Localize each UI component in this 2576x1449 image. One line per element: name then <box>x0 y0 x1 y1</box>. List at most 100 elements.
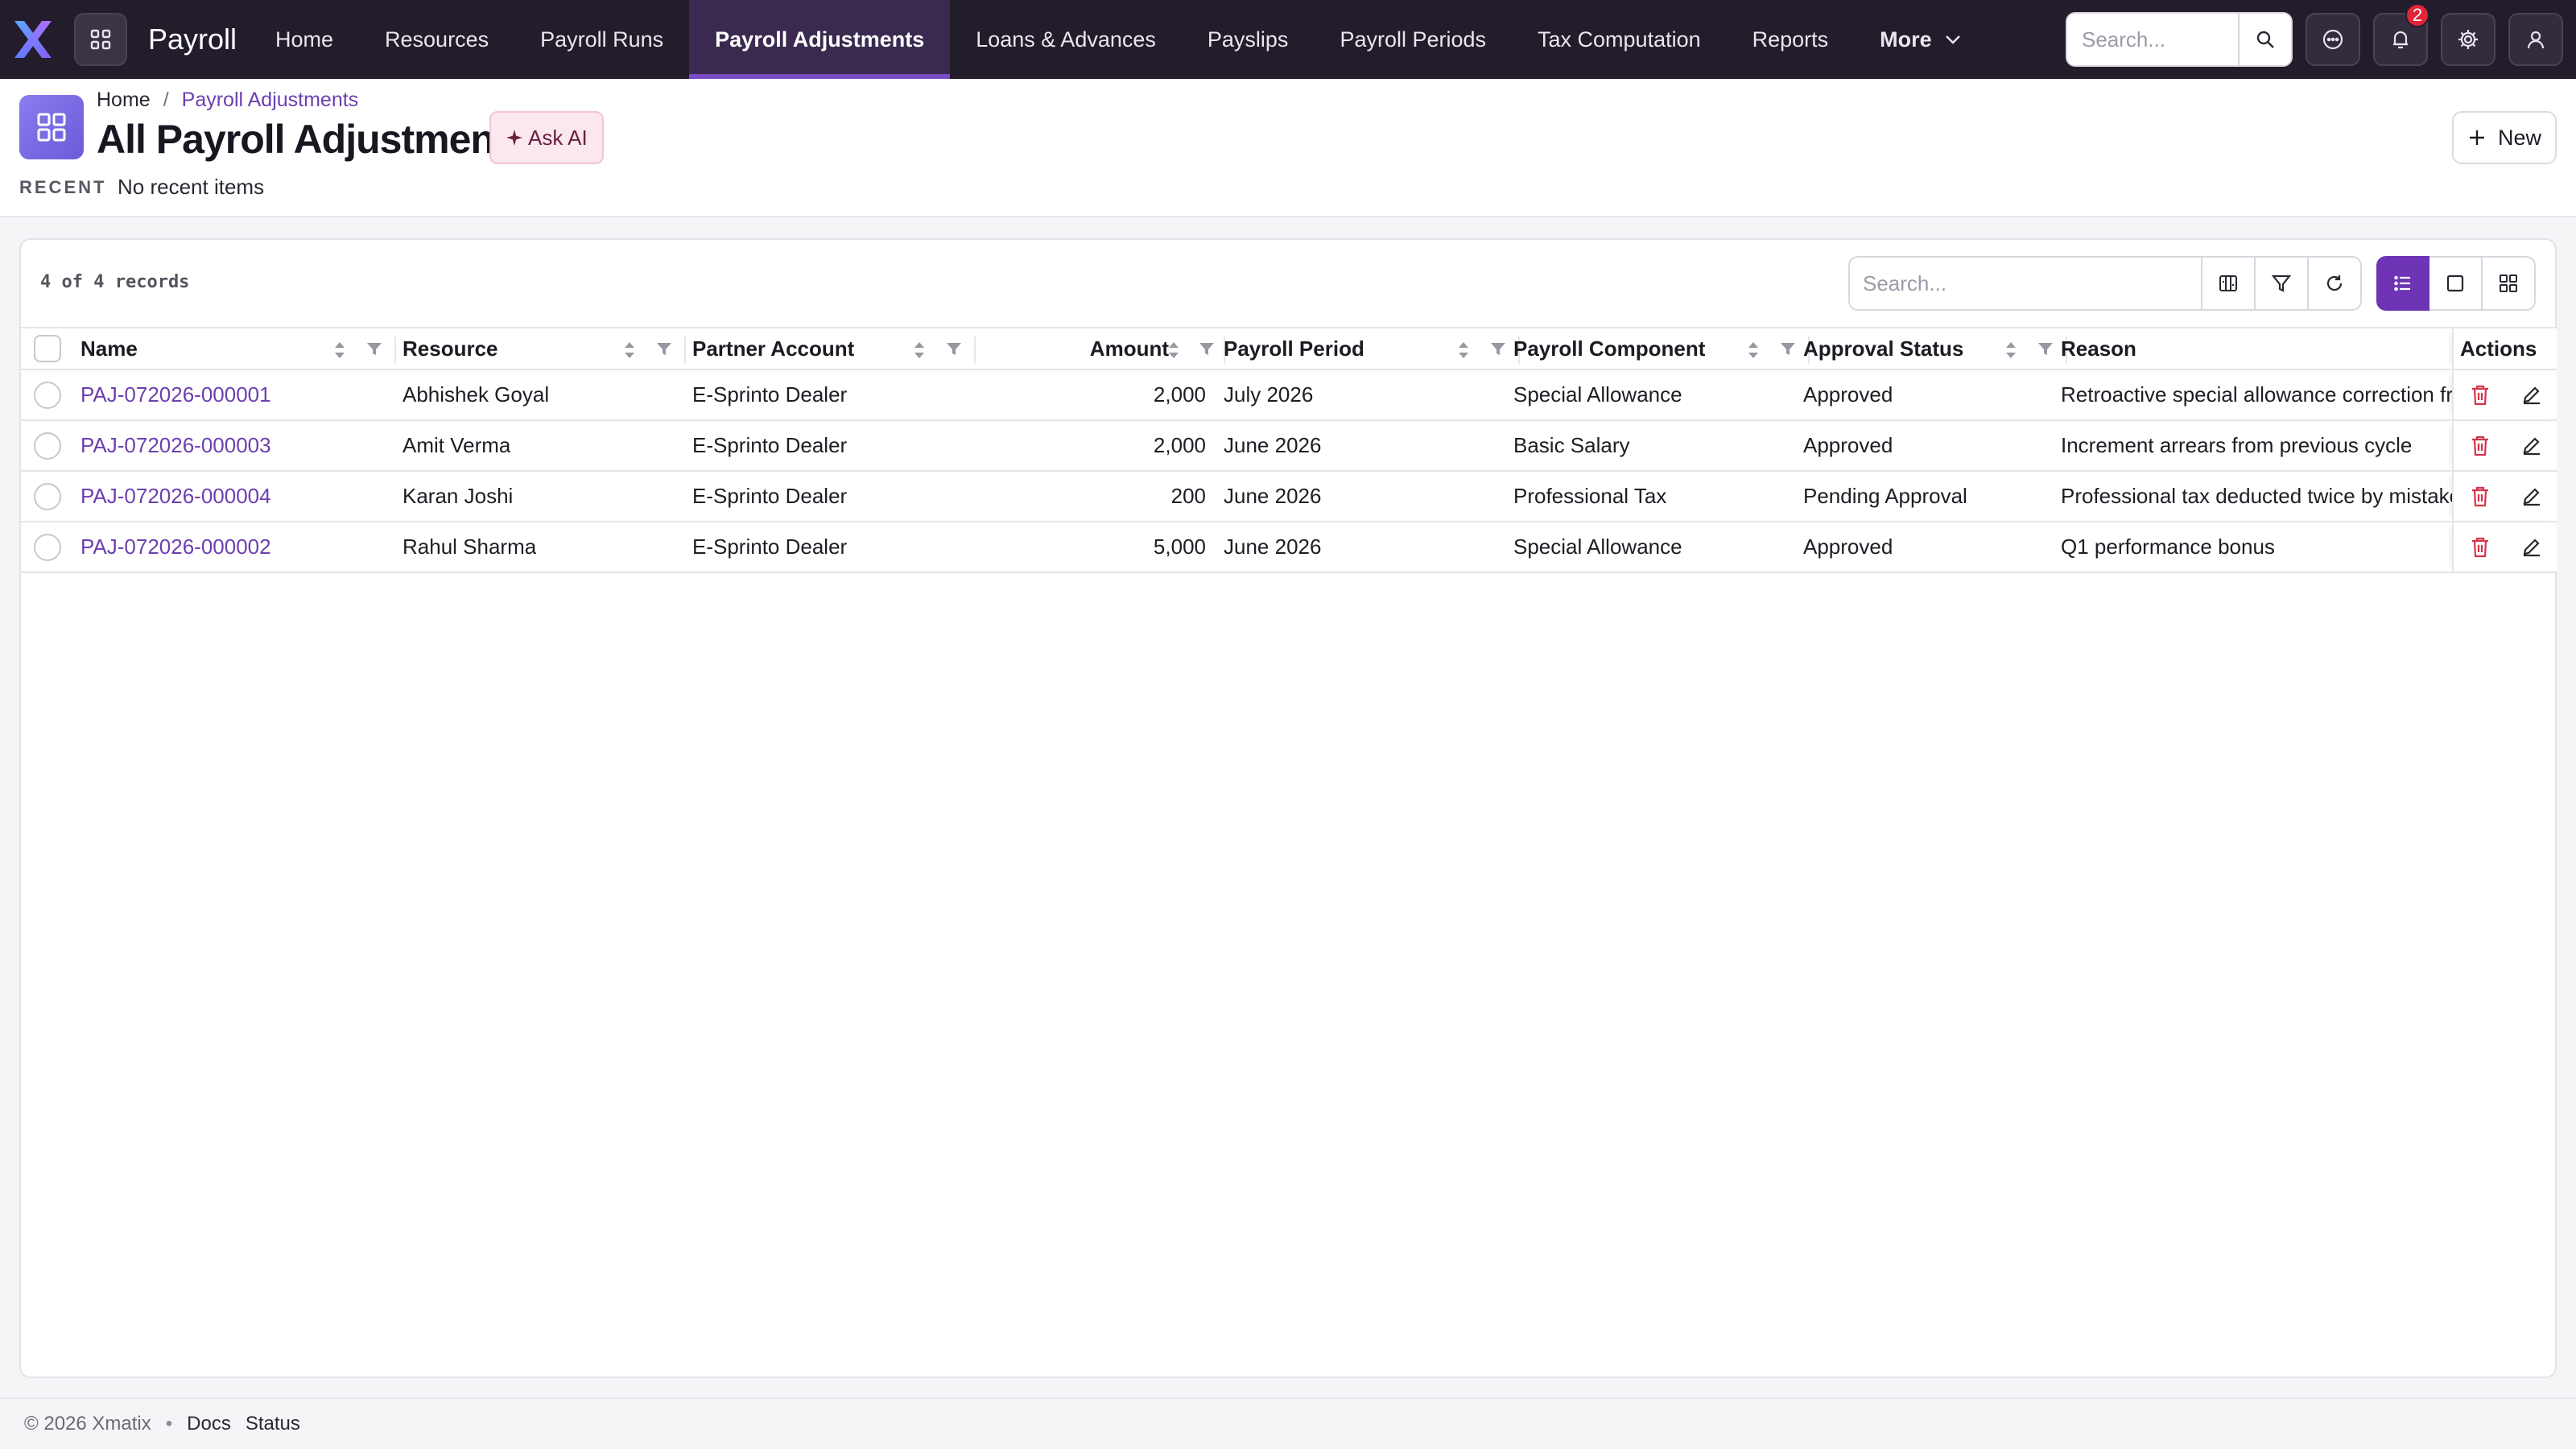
table-row[interactable]: PAJ-072026-000001 Abhishek Goyal E-Sprin… <box>21 370 2557 421</box>
edit-icon[interactable] <box>2521 485 2542 506</box>
row-select-cell <box>34 522 61 572</box>
filter-icon[interactable] <box>1489 341 1507 358</box>
select-all-checkbox[interactable] <box>34 335 61 362</box>
filter-icon[interactable] <box>1198 341 1216 358</box>
nav-item-payroll-adjustments[interactable]: Payroll Adjustments <box>689 0 951 79</box>
record-name-link[interactable]: PAJ-072026-000004 <box>80 472 271 521</box>
nav-item-tax-computation[interactable]: Tax Computation <box>1512 0 1727 79</box>
apps-menu-button[interactable] <box>74 13 127 66</box>
row-checkbox[interactable] <box>34 533 61 561</box>
global-search <box>2066 12 2293 67</box>
nav-item-home[interactable]: Home <box>250 0 359 79</box>
column-divider[interactable] <box>684 336 686 364</box>
col-header-approval-status[interactable]: Approval Status <box>1803 328 1963 369</box>
filter-icon[interactable] <box>945 341 963 358</box>
sort-icon[interactable] <box>1745 339 1761 361</box>
ask-ai-button[interactable]: Ask AI <box>489 111 604 164</box>
trash-icon[interactable] <box>2470 485 2491 508</box>
row-select-cell <box>34 370 61 419</box>
filter-icon[interactable] <box>655 341 673 358</box>
user-menu-button[interactable] <box>2508 13 2563 66</box>
sparkle-icon <box>506 130 522 146</box>
sort-icon[interactable] <box>2003 339 2019 361</box>
record-count: 4 of 4 records <box>40 272 190 292</box>
list-view-button[interactable] <box>2376 256 2429 311</box>
breadcrumb-home[interactable]: Home <box>97 89 151 112</box>
payroll-component-cell: Special Allowance <box>1513 535 1682 559</box>
edit-icon[interactable] <box>2521 384 2542 405</box>
breadcrumb-current[interactable]: Payroll Adjustments <box>182 89 359 112</box>
col-header-amount[interactable]: Amount <box>982 328 1169 369</box>
record-name-link[interactable]: PAJ-072026-000003 <box>80 421 271 470</box>
filter-icon[interactable] <box>365 341 383 358</box>
nav-item-payroll-runs[interactable]: Payroll Runs <box>514 0 689 79</box>
refresh-button[interactable] <box>2309 256 2362 311</box>
filter-icon[interactable] <box>1779 341 1797 358</box>
settings-button[interactable] <box>2441 13 2496 66</box>
record-name-link[interactable]: PAJ-072026-000001 <box>80 370 271 419</box>
chevron-down-icon <box>1945 35 1960 44</box>
new-button[interactable]: New <box>2452 111 2557 164</box>
table-row[interactable]: PAJ-072026-000003 Amit Verma E-Sprinto D… <box>21 421 2557 472</box>
trash-icon[interactable] <box>2470 435 2491 457</box>
filter-icon[interactable] <box>2037 341 2054 358</box>
edit-icon[interactable] <box>2521 435 2542 456</box>
footer-docs-link[interactable]: Docs <box>187 1413 231 1435</box>
sort-icon[interactable] <box>332 339 348 361</box>
footer-status-link[interactable]: Status <box>246 1413 300 1435</box>
global-search-button[interactable] <box>2238 14 2291 65</box>
col-header-payroll-period[interactable]: Payroll Period <box>1224 328 1364 369</box>
row-actions <box>2452 472 2557 521</box>
sort-icon[interactable] <box>1455 339 1472 361</box>
payroll-period-cell: June 2026 <box>1224 433 1322 457</box>
nav-more-menu[interactable]: More <box>1854 0 1988 79</box>
table-row[interactable]: PAJ-072026-000002 Rahul Sharma E-Sprinto… <box>21 522 2557 573</box>
col-header-resource[interactable]: Resource <box>402 328 498 369</box>
columns-button[interactable] <box>2202 256 2256 311</box>
sort-icon[interactable] <box>911 339 927 361</box>
ask-ai-label: Ask AI <box>528 125 588 150</box>
chat-button[interactable] <box>2306 13 2360 66</box>
select-all-cell <box>34 328 61 369</box>
record-name-link[interactable]: PAJ-072026-000002 <box>80 522 271 572</box>
grid-view-button[interactable] <box>2483 256 2536 311</box>
col-header-payroll-component[interactable]: Payroll Component <box>1513 328 1705 369</box>
edit-icon[interactable] <box>2521 536 2542 557</box>
sort-icon[interactable] <box>621 339 638 361</box>
nav-item-payslips[interactable]: Payslips <box>1182 0 1315 79</box>
app-title[interactable]: Payroll <box>148 19 237 60</box>
column-divider[interactable] <box>394 336 396 364</box>
card-view-button[interactable] <box>2429 256 2483 311</box>
card-view-icon <box>2446 275 2464 292</box>
filter-button[interactable] <box>2256 256 2309 311</box>
reason-cell: Q1 performance bonus <box>2061 535 2275 559</box>
trash-icon[interactable] <box>2470 536 2491 559</box>
col-header-partner-account[interactable]: Partner Account <box>692 328 854 369</box>
sort-icon[interactable] <box>1166 339 1182 361</box>
partner-account-cell: E-Sprinto Dealer <box>692 433 848 457</box>
row-checkbox[interactable] <box>34 381 61 409</box>
notifications-button[interactable]: 2 <box>2373 3 2429 66</box>
row-checkbox[interactable] <box>34 482 61 510</box>
nav-item-loans-advances[interactable]: Loans & Advances <box>950 0 1182 79</box>
grid-view-icon <box>2500 275 2517 292</box>
global-search-input[interactable] <box>2067 14 2238 65</box>
plus-icon <box>2469 130 2484 145</box>
trash-icon[interactable] <box>2470 384 2491 407</box>
table-row[interactable]: PAJ-072026-000004 Karan Joshi E-Sprinto … <box>21 472 2557 522</box>
col-header-name[interactable]: Name <box>80 328 138 369</box>
page-icon <box>19 95 84 159</box>
list-search-input[interactable] <box>1850 270 2201 296</box>
nav-item-reports[interactable]: Reports <box>1727 0 1855 79</box>
nav-item-resources[interactable]: Resources <box>359 0 514 79</box>
breadcrumb: Home / Payroll Adjustments <box>97 89 358 112</box>
recent-value: No recent items <box>118 175 265 199</box>
x-logo-icon[interactable] <box>11 18 55 61</box>
column-divider[interactable] <box>974 336 976 364</box>
nav-item-payroll-periods[interactable]: Payroll Periods <box>1314 0 1512 79</box>
footer-copyright: © 2026 Xmatix <box>24 1413 151 1435</box>
payroll-component-cell: Special Allowance <box>1513 382 1682 407</box>
amount-cell: 2,000 <box>1153 433 1206 457</box>
col-header-reason[interactable]: Reason <box>2061 328 2136 369</box>
row-checkbox[interactable] <box>34 431 61 460</box>
